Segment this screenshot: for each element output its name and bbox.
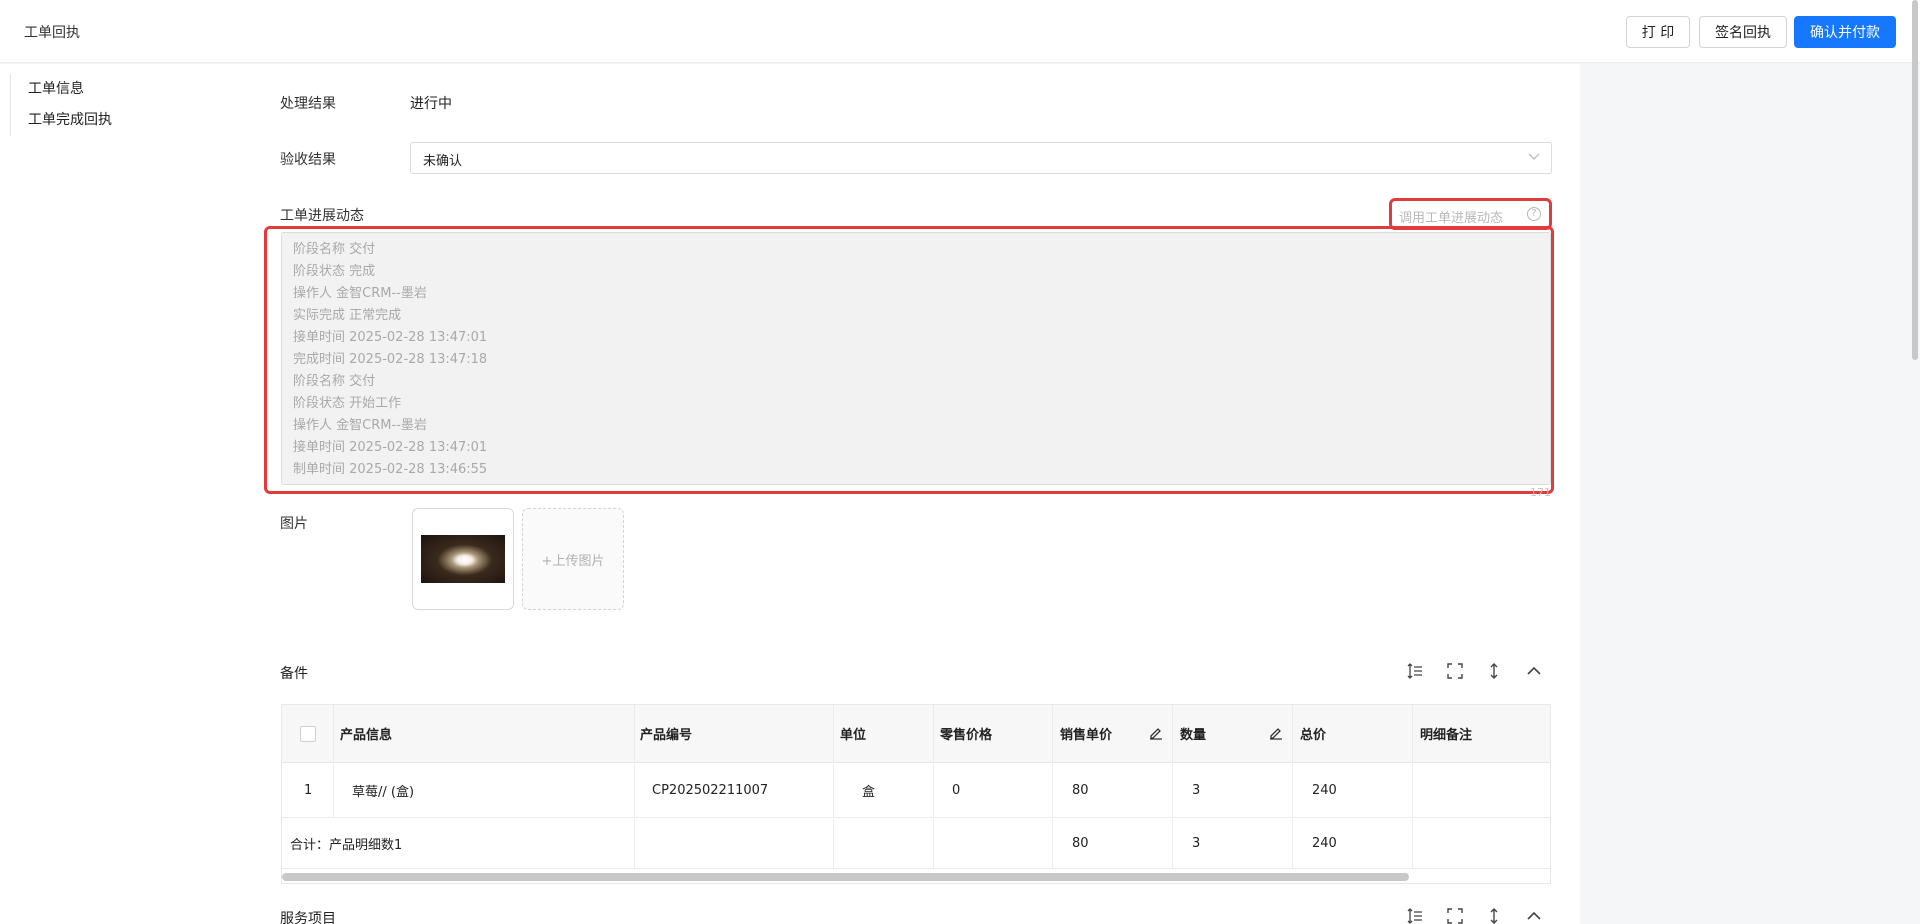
sidebar-item-order-info[interactable]: 工单信息 <box>28 74 112 105</box>
main-panel: 处理结果 进行中 验收结果 未确认 工单进展动态 调用工单进展动态 ? 阶段名称… <box>252 64 1580 924</box>
acceptance-label: 验收结果 <box>280 152 336 168</box>
result-label: 处理结果 <box>280 96 336 112</box>
row-unit: 盒 <box>862 785 876 800</box>
row-product: 草莓// (盒) <box>352 785 415 800</box>
row-retail: 0 <box>952 783 961 798</box>
result-value: 进行中 <box>410 96 452 112</box>
row-height-icon[interactable] <box>1406 907 1424 924</box>
chevron-down-icon <box>1528 153 1540 160</box>
select-all-checkbox[interactable] <box>300 726 316 742</box>
row-total: 240 <box>1312 783 1337 798</box>
highlight-box-progress <box>264 226 1554 494</box>
row-index: 1 <box>304 783 313 798</box>
sidebar: 工单信息 工单完成回执 <box>0 64 252 924</box>
progress-label: 工单进展动态 <box>280 208 364 224</box>
page-title: 工单回执 <box>24 25 80 41</box>
column-sort-icon[interactable] <box>1485 662 1503 680</box>
col-header-total: 总价 <box>1300 728 1327 743</box>
table-row[interactable]: 1 草莓// (盒) CP202502211007 盒 0 80 3 240 <box>282 764 1550 818</box>
print-button[interactable]: 打 印 <box>1626 16 1690 48</box>
fullscreen-icon[interactable] <box>1446 662 1464 680</box>
fullscreen-icon[interactable] <box>1446 907 1464 924</box>
sidebar-item-completion-receipt[interactable]: 工单完成回执 <box>28 105 112 136</box>
edit-price-icon[interactable] <box>1148 725 1164 741</box>
row-price: 80 <box>1072 783 1089 798</box>
top-bar: 工单回执 打 印 签名回执 确认并付款 <box>0 0 1920 63</box>
service-section-title: 服务项目 <box>280 911 336 924</box>
column-sort-icon[interactable] <box>1485 907 1503 924</box>
acceptance-select-value: 未确认 <box>423 154 463 169</box>
summary-label: 合计：产品明细数1 <box>290 838 403 853</box>
summary-total: 240 <box>1312 836 1337 851</box>
image-thumbnail[interactable] <box>412 508 514 610</box>
summary-price: 80 <box>1072 836 1089 851</box>
col-header-unit: 单位 <box>840 728 867 743</box>
chevron-up-icon[interactable] <box>1525 662 1543 680</box>
col-header-retail: 零售价格 <box>940 728 993 743</box>
table-header-row: 产品信息 产品编号 单位 零售价格 销售单价 数量 总价 明细备注 <box>282 705 1550 763</box>
sign-receipt-button[interactable]: 签名回执 <box>1699 16 1787 48</box>
summary-qty: 3 <box>1192 836 1201 851</box>
acceptance-select[interactable]: 未确认 <box>410 142 1552 174</box>
upload-image-button[interactable]: +上传图片 <box>522 508 624 610</box>
col-header-qty: 数量 <box>1180 728 1207 743</box>
sidebar-nav: 工单信息 工单完成回执 <box>10 74 112 136</box>
parts-section-title: 备件 <box>280 666 308 682</box>
col-header-code: 产品编号 <box>640 728 693 743</box>
row-qty: 3 <box>1192 783 1201 798</box>
table-summary-row: 合计：产品明细数1 80 3 240 <box>282 819 1550 869</box>
page-vertical-scrollbar[interactable] <box>1912 0 1918 360</box>
table-horizontal-scrollbar[interactable] <box>282 873 1409 881</box>
uploaded-image <box>421 535 505 583</box>
col-header-note: 明细备注 <box>1420 728 1473 743</box>
parts-table: 产品信息 产品编号 单位 零售价格 销售单价 数量 总价 明细备注 1 草莓//… <box>281 704 1551 884</box>
char-counter: 171 <box>1530 486 1551 499</box>
col-header-price: 销售单价 <box>1060 728 1113 743</box>
images-label: 图片 <box>280 516 308 532</box>
row-code: CP202502211007 <box>652 783 769 798</box>
confirm-pay-button[interactable]: 确认并付款 <box>1794 16 1896 48</box>
col-header-product: 产品信息 <box>340 728 393 743</box>
chevron-up-icon[interactable] <box>1525 907 1543 924</box>
edit-qty-icon[interactable] <box>1268 725 1284 741</box>
row-height-icon[interactable] <box>1406 662 1424 680</box>
